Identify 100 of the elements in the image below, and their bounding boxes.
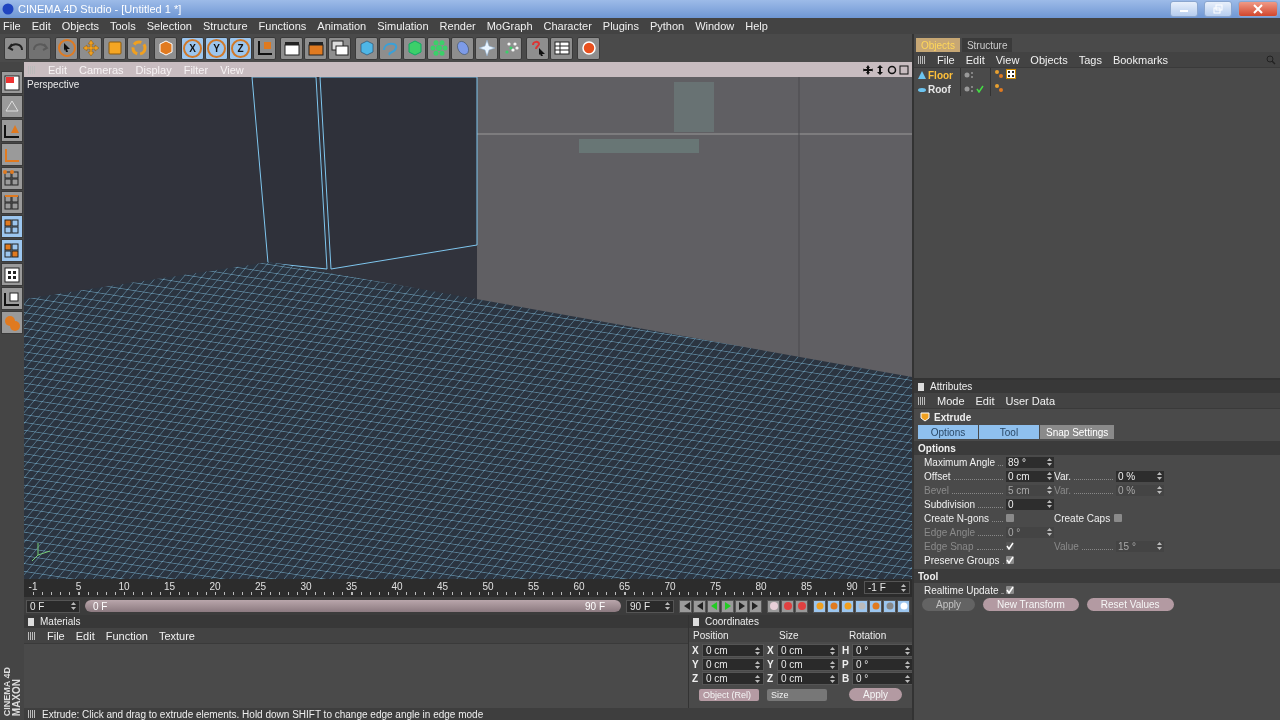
menu-item[interactable]: Bookmarks [1112, 53, 1168, 66]
mode-button[interactable] [1, 263, 23, 286]
menu-item[interactable]: File [937, 53, 955, 66]
mode-button[interactable] [1, 215, 23, 238]
size-dropdown[interactable]: Size [767, 688, 827, 701]
toolbar-button[interactable] [550, 36, 573, 60]
spinner-arrows-icon [1047, 528, 1052, 536]
toolbar-button[interactable] [154, 36, 177, 60]
manager-tab[interactable]: Structure [961, 38, 1013, 52]
parameter-label: Realtime Update [924, 584, 999, 596]
menu-item[interactable]: Help [745, 20, 768, 32]
menu-item[interactable]: Animation [317, 20, 367, 32]
play-icon [722, 601, 733, 611]
record-button[interactable] [781, 599, 794, 613]
toolbar-button[interactable] [55, 36, 78, 60]
minimize-button[interactable] [1170, 1, 1198, 17]
checkbox[interactable] [1006, 556, 1014, 564]
menu-item[interactable]: Selection [146, 20, 192, 32]
record-button[interactable] [795, 599, 808, 613]
menu-item[interactable]: Functions [258, 20, 307, 32]
menu-item[interactable]: File [3, 20, 21, 32]
coordinate-field[interactable]: 0 ° [852, 672, 914, 685]
axis-lock-button[interactable]: Y [205, 36, 228, 60]
menu-item[interactable]: Structure [202, 20, 248, 32]
menu-item[interactable]: User Data [1005, 394, 1056, 407]
coordinate-field[interactable]: 0 cm [777, 658, 839, 671]
menu-item[interactable]: Objects [1030, 53, 1068, 66]
coordinate-field[interactable]: 0 cm [702, 658, 764, 671]
menu-item[interactable]: Window [695, 20, 735, 32]
end-frame-field[interactable]: 90 F [626, 599, 674, 613]
coordinate-field[interactable]: 0 ° [852, 644, 914, 657]
close-button[interactable] [1238, 1, 1278, 17]
transport-button[interactable] [707, 599, 720, 613]
triangle-icon [918, 71, 926, 79]
grip-handle[interactable] [918, 55, 926, 64]
number-field[interactable]: 0 cm [1006, 470, 1054, 482]
object-item[interactable]: Roof [914, 83, 960, 95]
coordinate-field[interactable]: 0 cm [777, 672, 839, 685]
number-field[interactable]: 0 % [1116, 470, 1164, 482]
key-button[interactable] [883, 599, 896, 613]
mode-button[interactable] [1, 239, 23, 262]
key-button[interactable] [869, 599, 882, 613]
coordinate-field[interactable]: 0 cm [702, 644, 764, 657]
transport-button[interactable] [693, 599, 706, 613]
menu-item[interactable]: Python [649, 20, 685, 32]
key-button[interactable] [841, 599, 854, 613]
toolbar-button[interactable] [526, 36, 549, 60]
coordinate-field[interactable]: 0 cm [702, 672, 764, 685]
toolbar-button[interactable] [475, 36, 498, 60]
menu-item[interactable]: Mode [937, 394, 965, 407]
menu-item[interactable]: Texture [158, 629, 195, 642]
attribute-tab[interactable]: Options [918, 425, 978, 439]
checkbox[interactable] [1006, 514, 1014, 522]
toolbar-button[interactable] [328, 36, 351, 60]
toolbar-button[interactable] [499, 36, 522, 60]
record-button[interactable] [767, 599, 780, 613]
checkbox[interactable] [1006, 586, 1014, 594]
menu-item[interactable]: Tools [110, 20, 136, 32]
coordinate-field[interactable]: 0 cm [777, 644, 839, 657]
axis-lock-button[interactable]: Z [229, 36, 252, 60]
menu-item[interactable]: Plugins [602, 20, 639, 32]
toolbar-button[interactable] [577, 36, 600, 60]
menu-item[interactable]: Edit [75, 629, 95, 642]
key-button[interactable] [897, 599, 910, 613]
key-button[interactable] [855, 599, 868, 613]
transport-button[interactable] [749, 599, 762, 613]
menu-item[interactable]: File [47, 629, 65, 642]
mode-button[interactable] [1, 71, 23, 94]
menu-item[interactable]: Tags [1078, 53, 1102, 66]
menu-item[interactable]: Edit [31, 20, 51, 32]
enabled-check[interactable] [976, 83, 984, 95]
transport-button[interactable] [679, 599, 692, 613]
coordinate-field[interactable]: 0 ° [852, 658, 914, 671]
toolbar-button[interactable] [280, 36, 303, 60]
checkbox[interactable] [1114, 514, 1123, 522]
menu-item[interactable]: Render [439, 20, 476, 32]
menu-item[interactable]: MoGraph [486, 20, 533, 32]
grip-handle[interactable] [28, 631, 36, 640]
menu-item[interactable]: Function [105, 629, 148, 642]
menu-item[interactable]: Edit [965, 53, 985, 66]
transport-button[interactable] [721, 599, 734, 613]
mode-button[interactable] [1, 119, 23, 142]
number-field[interactable]: 0 [1006, 498, 1054, 510]
key-button[interactable] [813, 599, 826, 613]
object-item[interactable]: Floor [914, 69, 960, 81]
menu-item[interactable]: Objects [61, 20, 99, 32]
attribute-tab[interactable]: Tool [979, 425, 1039, 439]
start-frame-field[interactable]: 0 F [26, 599, 80, 613]
number-field[interactable]: 89 ° [1006, 456, 1054, 468]
frame-field[interactable]: -1 F [864, 581, 910, 594]
menu-item[interactable]: Edit [975, 394, 995, 407]
transport-button[interactable] [735, 599, 748, 613]
menu-item[interactable]: Character [543, 20, 592, 32]
toolbar-button[interactable] [253, 36, 276, 60]
menu-item[interactable]: View [995, 53, 1020, 66]
mode-button[interactable] [1, 287, 23, 310]
key-button[interactable] [827, 599, 840, 613]
axis-lock-button[interactable]: X [181, 36, 204, 60]
grip-handle[interactable] [918, 396, 926, 405]
menu-item[interactable]: Simulation [377, 20, 429, 32]
